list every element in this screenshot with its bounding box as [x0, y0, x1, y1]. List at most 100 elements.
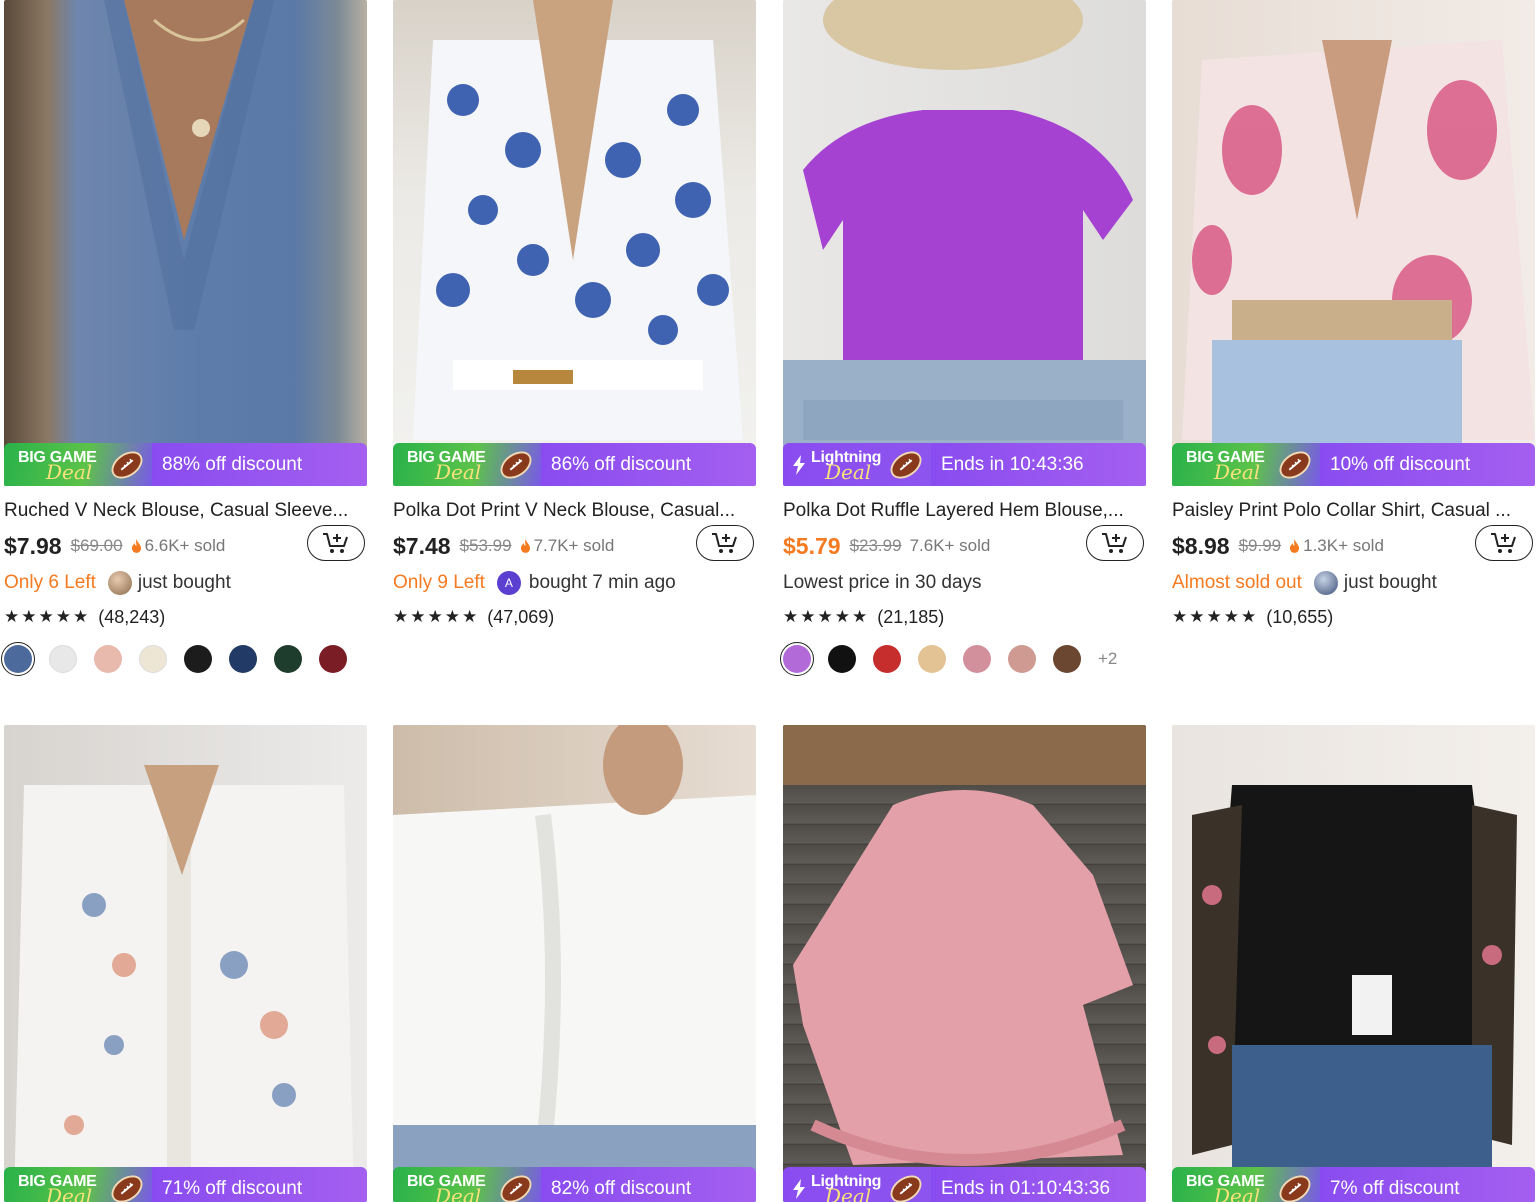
blouse-photo: [14, 765, 354, 1202]
add-to-cart-button[interactable]: [307, 525, 365, 561]
stock-urgency: Only 9 Left: [393, 572, 485, 593]
deal-badge: BIG GAME Deal 88% off discount: [4, 443, 367, 486]
add-to-cart-button[interactable]: [696, 525, 754, 561]
product-card[interactable]: BIG GAME Deal 82% off discount: [393, 725, 756, 1202]
stock-urgency: Only 6 Left: [4, 572, 96, 593]
product-image[interactable]: BIG GAME Deal 82% off discount: [393, 725, 756, 1202]
price: $7.48: [393, 532, 451, 559]
discount-label: 10% off discount: [1320, 443, 1535, 486]
color-swatch[interactable]: [319, 645, 347, 673]
purchase-activity: just bought: [137, 572, 231, 593]
product-card[interactable]: BIG GAME Deal 10% off discount Paisley Pr…: [1172, 0, 1535, 633]
deal-badge: Lightning Deal Ends in 10:43:36: [783, 443, 1146, 486]
football-icon: [497, 446, 535, 484]
product-card[interactable]: Lightning Deal Ends in 10:43:36 Polka Dot…: [780, 0, 1146, 676]
countdown-label: Ends in 01:10:43:36: [931, 1167, 1146, 1202]
product-image[interactable]: Lightning Deal Ends in 10:43:36: [783, 0, 1146, 486]
more-colors-label[interactable]: +2: [1098, 649, 1117, 669]
star-rating: ★★★★★: [783, 607, 870, 626]
review-count: (47,069): [487, 606, 555, 627]
sold-count: 7.6K+ sold: [909, 536, 991, 555]
deal-badge: BIG GAME Deal 86% off discount: [393, 443, 756, 486]
color-swatch[interactable]: [49, 645, 77, 673]
color-swatch[interactable]: [274, 645, 302, 673]
star-rating: ★★★★★: [393, 607, 480, 626]
color-swatch[interactable]: [963, 645, 991, 673]
discount-label: 88% off discount: [152, 443, 367, 486]
product-image[interactable]: BIG GAME Deal 86% off discount: [393, 0, 756, 486]
product-card[interactable]: BIG GAME Deal 71% off discount: [4, 725, 367, 1202]
flame-icon: [1289, 539, 1300, 554]
original-price: $23.99: [849, 536, 902, 555]
product-title[interactable]: Polka Dot Print V Neck Blouse, Casual...: [393, 500, 756, 522]
purchase-activity: just bought: [1343, 572, 1437, 593]
star-rating: ★★★★★: [4, 607, 91, 626]
discount-label: 71% off discount: [152, 1167, 367, 1202]
original-price: $69.00: [70, 536, 123, 555]
avatar: [107, 571, 132, 595]
avatar: [1313, 571, 1338, 595]
blouse-photo: [1182, 40, 1535, 486]
original-price: $53.99: [459, 536, 512, 555]
price: $8.98: [1172, 532, 1230, 559]
football-icon: [108, 1170, 146, 1202]
color-swatch[interactable]: [1053, 645, 1081, 673]
blouse-photo: [104, 0, 274, 330]
football-icon: [1276, 446, 1314, 484]
blouse-photo: [783, 0, 1146, 486]
color-swatch[interactable]: [918, 645, 946, 673]
football-icon: [108, 446, 146, 484]
original-price: $9.99: [1238, 536, 1282, 555]
rating: ★★★★★ (47,069): [393, 601, 756, 633]
flame-icon: [131, 539, 142, 554]
product-card[interactable]: BIG GAME Deal 88% off discount Ruched V N…: [1, 0, 367, 676]
product-title[interactable]: Paisley Print Polo Collar Shirt, Casual …: [1172, 500, 1535, 522]
sold-count: 1.3K+ sold: [1289, 536, 1384, 556]
deal-badge: BIG GAME Deal 10% off discount: [1172, 443, 1535, 486]
product-card[interactable]: BIG GAME Deal 86% off discount Polka Dot …: [393, 0, 756, 633]
discount-label: 86% off discount: [541, 443, 756, 486]
cart-plus-icon: [321, 531, 351, 555]
discount-label: 82% off discount: [541, 1167, 756, 1202]
add-to-cart-button[interactable]: [1475, 525, 1533, 561]
product-card[interactable]: BIG GAME Deal 7% off discount: [1172, 725, 1535, 1202]
review-count: (48,243): [98, 606, 166, 627]
cart-plus-icon: [710, 531, 740, 555]
deal-badge: Lightning Deal Ends in 01:10:43:36: [783, 1167, 1146, 1202]
product-title[interactable]: Polka Dot Ruffle Layered Hem Blouse,...: [783, 500, 1146, 522]
product-title[interactable]: Ruched V Neck Blouse, Casual Sleeve...: [4, 500, 367, 522]
blouse-photo: [393, 725, 756, 1202]
product-image[interactable]: Lightning Deal Ends in 01:10:43:36: [783, 725, 1146, 1202]
deal-badge: BIG GAME Deal 71% off discount: [4, 1167, 367, 1202]
color-swatch[interactable]: [1008, 645, 1036, 673]
avatar: A: [496, 571, 521, 595]
blouse-photo: [783, 725, 1146, 1166]
product-image[interactable]: BIG GAME Deal 88% off discount: [4, 0, 367, 486]
cart-plus-icon: [1100, 531, 1130, 555]
color-swatch[interactable]: [94, 645, 122, 673]
add-to-cart-button[interactable]: [1086, 525, 1144, 561]
purchase-activity: bought 7 min ago: [528, 572, 676, 593]
color-swatch[interactable]: [828, 645, 856, 673]
color-swatch[interactable]: [873, 645, 901, 673]
countdown-label: Ends in 10:43:36: [931, 443, 1146, 486]
deal-badge: BIG GAME Deal 82% off discount: [393, 1167, 756, 1202]
color-swatch[interactable]: [780, 642, 814, 676]
lightning-icon: [793, 1179, 805, 1199]
deal-badge: BIG GAME Deal 7% off discount: [1172, 1167, 1535, 1202]
color-swatch[interactable]: [139, 645, 167, 673]
rating: ★★★★★ (10,655): [1172, 601, 1535, 633]
color-swatch[interactable]: [184, 645, 212, 673]
color-swatch[interactable]: [1, 642, 35, 676]
color-swatches: +2: [780, 642, 1146, 676]
product-card[interactable]: Lightning Deal Ends in 01:10:43:36: [783, 725, 1146, 1202]
product-image[interactable]: BIG GAME Deal 7% off discount: [1172, 725, 1535, 1202]
price-note: Lowest price in 30 days: [783, 572, 982, 593]
blouse-photo: [413, 0, 743, 440]
color-swatch[interactable]: [229, 645, 257, 673]
product-image[interactable]: BIG GAME Deal 10% off discount: [1172, 0, 1535, 486]
product-image[interactable]: BIG GAME Deal 71% off discount: [4, 725, 367, 1202]
sold-count: 6.6K+ sold: [131, 536, 225, 556]
football-icon: [1276, 1170, 1314, 1202]
cart-plus-icon: [1489, 531, 1519, 555]
